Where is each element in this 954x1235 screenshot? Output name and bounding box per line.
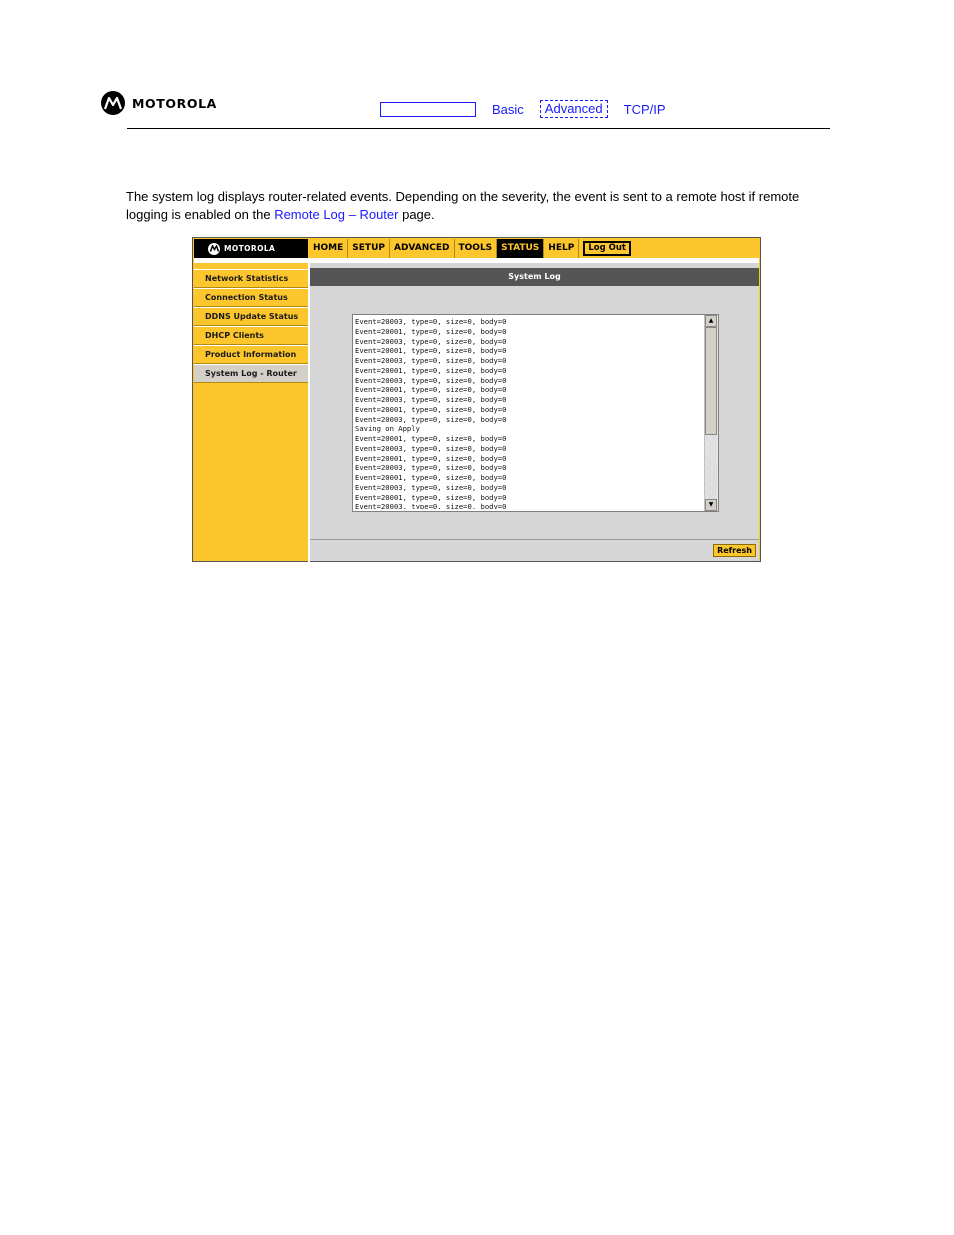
intro-text-end: page. bbox=[398, 207, 435, 222]
logout-button[interactable]: Log Out bbox=[583, 241, 631, 256]
log-line: Event=20003, type=0, size=0, body=0 bbox=[355, 395, 507, 404]
router-top-nav: HOME SETUP ADVANCED TOOLS STATUS HELP Lo… bbox=[309, 239, 631, 258]
log-line: Event=20001, type=0, size=0, body=0 bbox=[355, 434, 507, 443]
router-logo-text: MOTOROLA bbox=[224, 244, 276, 253]
sidebar-item-dhcp-clients[interactable]: DHCP Clients bbox=[194, 326, 308, 345]
router-sidebar: Network Statistics Connection Status DDN… bbox=[194, 269, 308, 383]
log-line: Event=20001, type=0, size=0, body=0 bbox=[355, 473, 507, 482]
log-line: Event=20001, type=0, size=0, body=0 bbox=[355, 492, 507, 502]
router-logo: MOTOROLA bbox=[194, 239, 308, 258]
log-line: Event=20003, type=0, size=0, body=0 bbox=[355, 336, 507, 346]
sidebar-item-product-information[interactable]: Product Information bbox=[194, 345, 308, 364]
log-line: Event=20003, type=0, size=0, body=0 bbox=[355, 502, 507, 509]
intro-text: The system log displays router-related e… bbox=[126, 189, 800, 222]
log-line: Event=20001, type=0, size=0, body=0 bbox=[355, 326, 507, 336]
system-log-textarea[interactable]: Event=20003, type=0, size=0, body=0 Event… bbox=[352, 314, 719, 512]
logo-text: MOTOROLA bbox=[132, 95, 217, 111]
log-scrollbar[interactable]: ▲ ▼ bbox=[704, 315, 718, 511]
nav-blank-box[interactable] bbox=[380, 101, 476, 117]
scroll-thumb[interactable] bbox=[705, 327, 717, 435]
log-content: Event=20003, type=0, size=0, body=0 Event… bbox=[355, 317, 703, 509]
tab-tools[interactable]: TOOLS bbox=[455, 239, 498, 258]
tab-advanced[interactable]: ADVANCED bbox=[390, 239, 455, 258]
nav-basic-link[interactable]: Basic bbox=[492, 102, 524, 117]
intro-paragraph: The system log displays router-related e… bbox=[126, 188, 826, 224]
remote-log-link[interactable]: Remote Log – Router bbox=[274, 207, 398, 222]
sidebar-item-system-log-router[interactable]: System Log - Router bbox=[194, 364, 308, 383]
log-line: Event=20003, type=0, size=0, body=0 bbox=[355, 317, 507, 326]
log-line: Event=20001, type=0, size=0, body=0 bbox=[355, 385, 507, 395]
router-m-icon bbox=[208, 242, 220, 255]
header-divider bbox=[127, 128, 830, 129]
nav-advanced-link[interactable]: Advanced bbox=[539, 100, 608, 118]
tab-home[interactable]: HOME bbox=[309, 239, 349, 258]
log-line: Event=20001, type=0, size=0, body=0 bbox=[355, 404, 507, 414]
log-line: Event=20003, type=0, size=0, body=0 bbox=[355, 356, 507, 365]
log-line: Event=20003, type=0, size=0, body=0 bbox=[355, 414, 507, 424]
page-title: System Log bbox=[310, 268, 759, 286]
scroll-up-icon[interactable]: ▲ bbox=[705, 315, 717, 327]
sidebar-item-connection-status[interactable]: Connection Status bbox=[194, 288, 308, 307]
log-line: Event=20003, type=0, size=0, body=0 bbox=[355, 443, 507, 453]
tab-setup[interactable]: SETUP bbox=[348, 239, 390, 258]
scroll-track[interactable] bbox=[705, 435, 717, 499]
nav-tcpip-link[interactable]: TCP/IP bbox=[624, 102, 666, 117]
log-line: Event=20003, type=0, size=0, body=0 bbox=[355, 463, 507, 473]
motorola-m-icon bbox=[101, 91, 125, 115]
content-divider bbox=[310, 539, 759, 540]
scroll-down-icon[interactable]: ▼ bbox=[705, 499, 717, 511]
log-line: Saving on Apply bbox=[355, 424, 420, 434]
doc-navigation: Basic Advanced TCP/IP bbox=[380, 100, 666, 118]
log-line: Event=20003, type=0, size=0, body=0 bbox=[355, 482, 507, 492]
log-line: Event=20003, type=0, size=0, body=0 bbox=[355, 375, 507, 385]
log-line: Event=20001, type=0, size=0, body=0 bbox=[355, 453, 507, 463]
tab-help[interactable]: HELP bbox=[544, 239, 580, 258]
refresh-button[interactable]: Refresh bbox=[713, 544, 756, 557]
router-ui-screenshot: MOTOROLA HOME SETUP ADVANCED TOOLS STATU… bbox=[192, 237, 761, 562]
main-content: System Log Event=20003, type=0, size=0, … bbox=[310, 268, 759, 561]
tab-status[interactable]: STATUS bbox=[497, 239, 545, 258]
sidebar-item-network-statistics[interactable]: Network Statistics bbox=[194, 269, 308, 288]
sidebar-item-ddns-update-status[interactable]: DDNS Update Status bbox=[194, 307, 308, 326]
motorola-logo: MOTOROLA bbox=[101, 91, 217, 115]
log-line: Event=20001, type=0, size=0, body=0 bbox=[355, 365, 507, 375]
log-line: Event=20001, type=0, size=0, body=0 bbox=[355, 346, 507, 356]
